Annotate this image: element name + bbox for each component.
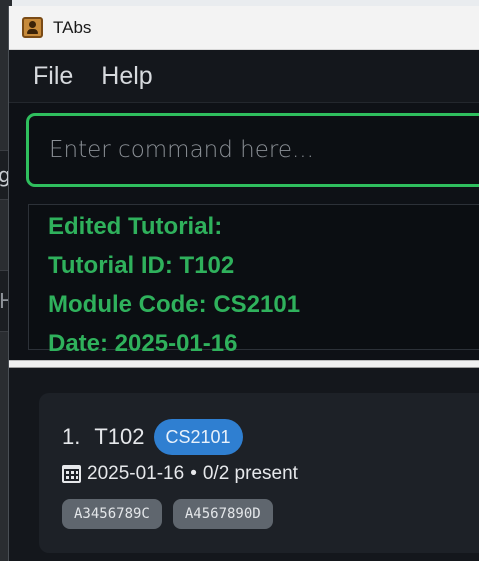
result-line: Date: 2025-01-16 — [48, 330, 238, 357]
calendar-icon — [62, 465, 81, 483]
menu-file[interactable]: File — [33, 62, 73, 91]
student-tag: A3456789C — [62, 499, 162, 529]
tutorial-date: 2025-01-16 — [87, 463, 185, 484]
command-input[interactable] — [49, 137, 479, 163]
tutorial-id: T102 — [94, 424, 145, 449]
command-area — [9, 103, 479, 200]
menu-bar: File Help — [9, 50, 479, 103]
tutorial-meta: 2025-01-16 • 0/2 present — [62, 463, 298, 485]
meta-separator: • — [190, 463, 197, 484]
result-display: Edited Tutorial: Tutorial ID: T102 Modul… — [28, 204, 479, 357]
student-tags: A3456789C A4567890D — [62, 499, 273, 529]
title-bar: TAbs — [9, 6, 479, 50]
attendance-count: 0/2 present — [202, 463, 298, 484]
app-window: TAbs File Help Edited Tutorial: Tutorial… — [8, 6, 479, 561]
student-tag: A4567890D — [172, 499, 273, 529]
tutorial-list: 1. T102 CS2101 2025-01-16 • 0/2 present … — [9, 368, 479, 561]
window-title: TAbs — [53, 17, 92, 37]
contact-card-icon — [22, 17, 43, 38]
tutorial-card-header: 1. T102 CS2101 — [62, 419, 243, 455]
tutorial-card[interactable]: 1. T102 CS2101 2025-01-16 • 0/2 present … — [39, 393, 479, 553]
menu-help[interactable]: Help — [101, 62, 152, 91]
module-code-badge: CS2101 — [153, 419, 243, 455]
tutorial-index: 1. — [62, 424, 81, 449]
result-line: Module Code: CS2101 — [48, 291, 301, 318]
result-line: Edited Tutorial: — [48, 213, 223, 240]
result-area: Edited Tutorial: Tutorial ID: T102 Modul… — [9, 200, 479, 360]
result-line: Tutorial ID: T102 — [48, 252, 235, 279]
command-box[interactable] — [26, 113, 479, 187]
